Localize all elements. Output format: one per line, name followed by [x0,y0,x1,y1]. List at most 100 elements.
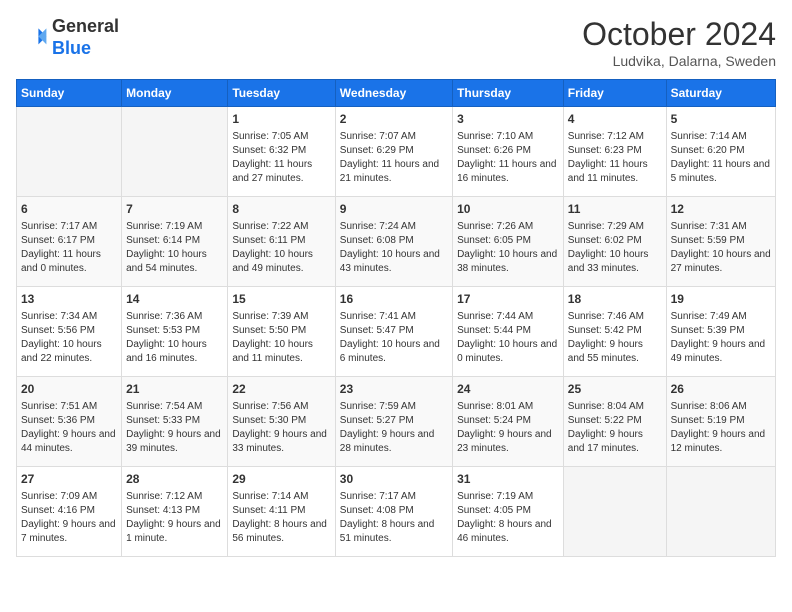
day-cell [666,467,775,557]
day-number: 31 [457,471,559,488]
day-number: 24 [457,381,559,398]
day-info: Sunrise: 7:49 AMSunset: 5:39 PMDaylight:… [671,310,771,366]
day-cell [122,107,228,197]
day-info: Sunrise: 7:54 AMSunset: 5:33 PMDaylight:… [126,400,223,456]
day-cell: 3 Sunrise: 7:10 AMSunset: 6:26 PMDaylight… [453,107,564,197]
day-info: Sunrise: 7:51 AMSunset: 5:36 PMDaylight:… [21,400,117,456]
day-number: 10 [457,201,559,218]
day-info: Sunrise: 7:22 AMSunset: 6:11 PMDaylight:… [232,220,330,276]
week-row-4: 20 Sunrise: 7:51 AMSunset: 5:36 PMDayligh… [17,377,776,467]
day-cell: 15 Sunrise: 7:39 AMSunset: 5:50 PMDayligh… [228,287,335,377]
week-row-2: 6Sunrise: 7:17 AMSunset: 6:17 PMDaylight… [17,197,776,287]
day-number: 8 [232,201,330,218]
day-cell [17,107,122,197]
day-info: Sunrise: 7:41 AMSunset: 5:47 PMDaylight:… [340,310,448,366]
day-cell: 1Sunrise: 7:05 AMSunset: 6:32 PMDaylight… [228,107,335,197]
day-number: 23 [340,381,448,398]
day-cell: 8 Sunrise: 7:22 AMSunset: 6:11 PMDaylight… [228,197,335,287]
col-header-thursday: Thursday [453,80,564,107]
day-cell: 12Sunrise: 7:31 AMSunset: 5:59 PMDayligh… [666,197,775,287]
day-info: Sunrise: 7:07 AMSunset: 6:29 PMDaylight:… [340,130,448,186]
location-subtitle: Ludvika, Dalarna, Sweden [582,53,776,69]
day-info: Sunrise: 7:29 AMSunset: 6:02 PMDaylight:… [568,220,662,276]
day-info: Sunrise: 8:06 AMSunset: 5:19 PMDaylight:… [671,400,771,456]
calendar-header-row: SundayMondayTuesdayWednesdayThursdayFrid… [17,80,776,107]
day-cell: 31Sunrise: 7:19 AMSunset: 4:05 PMDayligh… [453,467,564,557]
day-info: Sunrise: 7:36 AMSunset: 5:53 PMDaylight:… [126,310,223,366]
day-number: 22 [232,381,330,398]
day-cell [563,467,666,557]
logo-blue-text: Blue [52,38,91,58]
day-cell: 4 Sunrise: 7:12 AMSunset: 6:23 PMDaylight… [563,107,666,197]
day-cell: 29 Sunrise: 7:14 AMSunset: 4:11 PMDayligh… [228,467,335,557]
day-info: Sunrise: 7:05 AMSunset: 6:32 PMDaylight:… [232,130,330,186]
day-info: Sunrise: 7:12 AMSunset: 4:13 PMDaylight:… [126,490,223,546]
day-cell: 27 Sunrise: 7:09 AMSunset: 4:16 PMDayligh… [17,467,122,557]
logo: General Blue [16,16,119,59]
day-number: 28 [126,471,223,488]
day-cell: 25Sunrise: 8:04 AMSunset: 5:22 PMDayligh… [563,377,666,467]
day-cell: 30Sunrise: 7:17 AMSunset: 4:08 PMDayligh… [335,467,452,557]
day-number: 3 [457,111,559,128]
day-info: Sunrise: 7:10 AMSunset: 6:26 PMDaylight:… [457,130,559,186]
col-header-saturday: Saturday [666,80,775,107]
day-cell: 11 Sunrise: 7:29 AMSunset: 6:02 PMDayligh… [563,197,666,287]
day-info: Sunrise: 7:44 AMSunset: 5:44 PMDaylight:… [457,310,559,366]
day-cell: 22 Sunrise: 7:56 AMSunset: 5:30 PMDayligh… [228,377,335,467]
day-number: 18 [568,291,662,308]
day-info: Sunrise: 8:01 AMSunset: 5:24 PMDaylight:… [457,400,559,456]
col-header-friday: Friday [563,80,666,107]
day-info: Sunrise: 7:56 AMSunset: 5:30 PMDaylight:… [232,400,330,456]
day-number: 4 [568,111,662,128]
day-info: Sunrise: 7:39 AMSunset: 5:50 PMDaylight:… [232,310,330,366]
day-info: Sunrise: 7:46 AMSunset: 5:42 PMDaylight:… [568,310,662,366]
title-block: October 2024 Ludvika, Dalarna, Sweden [582,16,776,69]
day-number: 27 [21,471,117,488]
day-number: 26 [671,381,771,398]
day-cell: 9 Sunrise: 7:24 AMSunset: 6:08 PMDaylight… [335,197,452,287]
day-info: Sunrise: 7:14 AMSunset: 4:11 PMDaylight:… [232,490,330,546]
day-number: 17 [457,291,559,308]
day-number: 29 [232,471,330,488]
day-cell: 13Sunrise: 7:34 AMSunset: 5:56 PMDayligh… [17,287,122,377]
col-header-sunday: Sunday [17,80,122,107]
day-cell: 7 Sunrise: 7:19 AMSunset: 6:14 PMDaylight… [122,197,228,287]
day-cell: 18 Sunrise: 7:46 AMSunset: 5:42 PMDayligh… [563,287,666,377]
week-row-1: 1Sunrise: 7:05 AMSunset: 6:32 PMDaylight… [17,107,776,197]
day-info: Sunrise: 7:19 AMSunset: 6:14 PMDaylight:… [126,220,223,276]
day-info: Sunrise: 7:09 AMSunset: 4:16 PMDaylight:… [21,490,117,546]
day-cell: 16Sunrise: 7:41 AMSunset: 5:47 PMDayligh… [335,287,452,377]
day-number: 7 [126,201,223,218]
day-cell: 20 Sunrise: 7:51 AMSunset: 5:36 PMDayligh… [17,377,122,467]
calendar-table: SundayMondayTuesdayWednesdayThursdayFrid… [16,79,776,557]
day-number: 5 [671,111,771,128]
day-info: Sunrise: 7:31 AMSunset: 5:59 PMDaylight:… [671,220,771,276]
day-cell: 19Sunrise: 7:49 AMSunset: 5:39 PMDayligh… [666,287,775,377]
day-info: Sunrise: 7:17 AMSunset: 6:17 PMDaylight:… [21,220,117,276]
day-cell: 23Sunrise: 7:59 AMSunset: 5:27 PMDayligh… [335,377,452,467]
day-info: Sunrise: 7:34 AMSunset: 5:56 PMDaylight:… [21,310,117,366]
logo-icon [16,22,48,54]
day-cell: 28 Sunrise: 7:12 AMSunset: 4:13 PMDayligh… [122,467,228,557]
day-info: Sunrise: 7:12 AMSunset: 6:23 PMDaylight:… [568,130,662,186]
day-number: 15 [232,291,330,308]
day-number: 14 [126,291,223,308]
day-number: 20 [21,381,117,398]
day-number: 21 [126,381,223,398]
week-row-5: 27 Sunrise: 7:09 AMSunset: 4:16 PMDayligh… [17,467,776,557]
day-cell: 6Sunrise: 7:17 AMSunset: 6:17 PMDaylight… [17,197,122,287]
col-header-wednesday: Wednesday [335,80,452,107]
day-number: 9 [340,201,448,218]
day-number: 11 [568,201,662,218]
day-cell: 24 Sunrise: 8:01 AMSunset: 5:24 PMDayligh… [453,377,564,467]
col-header-tuesday: Tuesday [228,80,335,107]
day-info: Sunrise: 7:24 AMSunset: 6:08 PMDaylight:… [340,220,448,276]
day-info: Sunrise: 8:04 AMSunset: 5:22 PMDaylight:… [568,400,662,456]
day-cell: 10Sunrise: 7:26 AMSunset: 6:05 PMDayligh… [453,197,564,287]
page-header: General Blue October 2024 Ludvika, Dalar… [16,16,776,69]
day-cell: 26 Sunrise: 8:06 AMSunset: 5:19 PMDayligh… [666,377,775,467]
day-number: 2 [340,111,448,128]
day-info: Sunrise: 7:17 AMSunset: 4:08 PMDaylight:… [340,490,448,546]
day-cell: 2 Sunrise: 7:07 AMSunset: 6:29 PMDaylight… [335,107,452,197]
day-cell: 21 Sunrise: 7:54 AMSunset: 5:33 PMDayligh… [122,377,228,467]
